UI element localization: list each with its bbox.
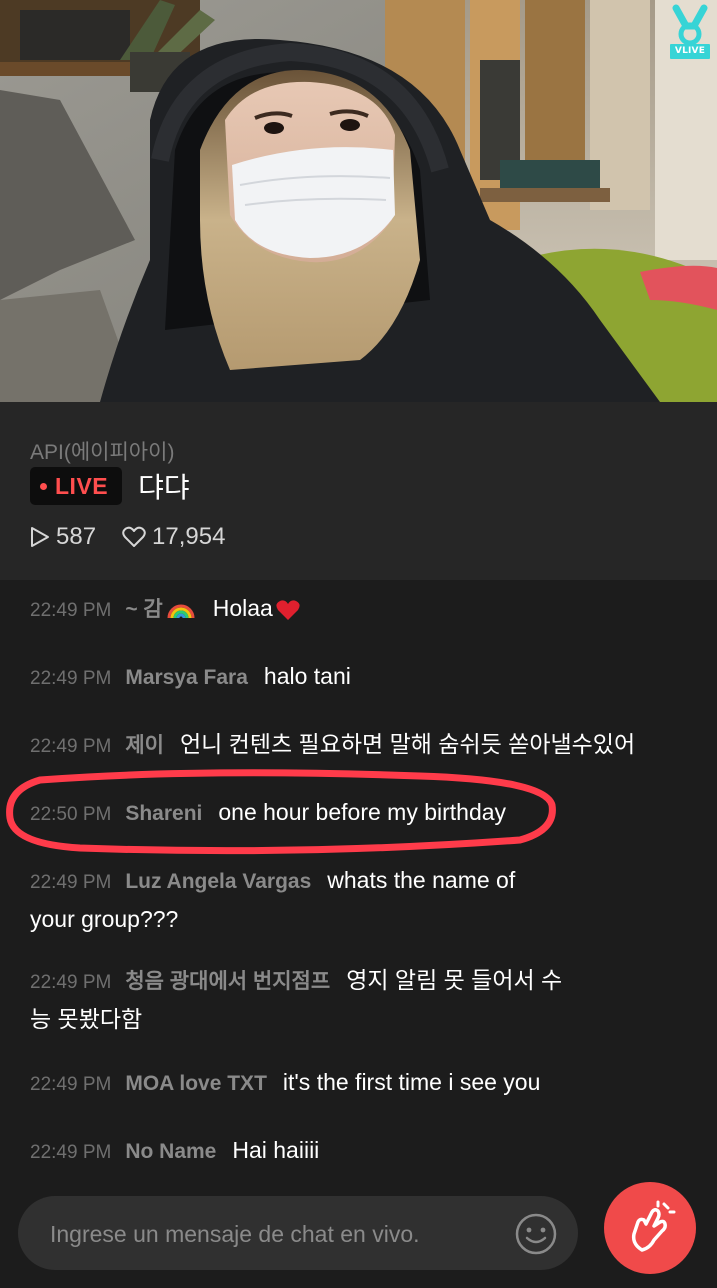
chat-list[interactable]: 22:49 PM ~ 감 Holaa 22:49 PM Marsya Fara hal… <box>0 580 717 1174</box>
video-frame <box>0 0 717 402</box>
chat-input[interactable] <box>48 1196 502 1272</box>
message-username[interactable]: Marsya Fara <box>125 666 248 689</box>
send-heart-button[interactable] <box>604 1182 696 1274</box>
message-username[interactable]: Luz Angela Vargas <box>125 870 311 893</box>
chat-message-highlighted: 22:50 PM Shareni one hour before my birthd… <box>30 794 685 833</box>
chat-message: 22:49 PM MOA love TXT it's the first time … <box>30 1064 685 1103</box>
message-time: 22:50 PM <box>30 804 112 825</box>
play-count: 587 <box>56 523 97 550</box>
stream-title: 댜댜 <box>138 472 190 503</box>
live-dot-icon <box>40 482 47 490</box>
emoji-icon[interactable] <box>514 1212 558 1256</box>
like-count: 17,954 <box>152 523 226 550</box>
vlive-logo-text: VLIVE <box>670 44 710 59</box>
chat-message: 22:49 PM ~ 감 Holaa <box>30 590 685 629</box>
message-username[interactable]: 청음 광대에서 번지점프 <box>125 970 330 993</box>
message-time: 22:49 PM <box>30 972 112 993</box>
message-time: 22:49 PM <box>30 668 112 689</box>
message-username[interactable]: ~ 감 <box>125 598 162 621</box>
live-title-row: LIVE 댜댜 <box>30 466 190 506</box>
vlive-hand-icon <box>672 4 708 46</box>
chat-input-bar <box>0 1174 717 1288</box>
message-time: 22:49 PM <box>30 1074 112 1095</box>
message-time: 22:49 PM <box>30 872 112 893</box>
chat-message: 22:49 PM Luz Angela Vargas whats the name … <box>30 862 560 937</box>
chat-message: 22:49 PM 청음 광대에서 번지점프 영지 알림 못 들어서 수능 못봤다함 <box>30 962 570 1037</box>
live-badge: LIVE <box>30 467 123 505</box>
message-time: 22:49 PM <box>30 1142 112 1163</box>
message-text: one hour before my birthday <box>218 799 507 825</box>
message-username[interactable]: MOA love TXT <box>125 1072 267 1095</box>
live-label: LIVE <box>55 472 109 499</box>
message-text: it's the first time i see you <box>282 1069 541 1095</box>
heart-icon <box>122 526 146 547</box>
rainbow-emoji-icon <box>167 604 195 619</box>
message-text: halo tani <box>263 663 351 689</box>
message-text: 언니 컨텐츠 필요하면 말해 숨쉬듯 쏟아낼수있어 <box>179 731 636 757</box>
video-player[interactable]: VLIVE <box>0 0 717 402</box>
message-text: Holaa <box>212 595 273 621</box>
channel-name[interactable]: API(에이피아이) <box>30 436 174 466</box>
finger-heart-icon <box>631 1200 676 1252</box>
chat-input-container[interactable] <box>18 1196 578 1272</box>
message-time: 22:49 PM <box>30 736 112 757</box>
message-text: Hai haiiii <box>232 1137 320 1163</box>
message-username[interactable]: 제이 <box>125 734 164 757</box>
message-username[interactable]: Shareni <box>125 802 202 825</box>
chat-message: 22:49 PM No Name Hai haiiii <box>30 1132 685 1171</box>
message-time: 22:49 PM <box>30 600 112 621</box>
chat-message: 22:49 PM 제이 언니 컨텐츠 필요하면 말해 숨쉬듯 쏟아낼수있어 <box>30 726 685 765</box>
red-heart-emoji-icon <box>276 600 300 620</box>
message-username[interactable]: No Name <box>125 1140 216 1163</box>
stream-info-panel: API(에이피아이) LIVE 댜댜 587 17,954 <box>0 402 717 580</box>
stream-stats: 587 17,954 <box>30 522 225 552</box>
vlive-live-screen: VLIVE API(에이피아이) LIVE 댜댜 587 17,954 22:4… <box>0 0 717 1288</box>
play-icon <box>31 527 49 547</box>
chat-message: 22:49 PM Marsya Fara halo tani <box>30 658 685 697</box>
